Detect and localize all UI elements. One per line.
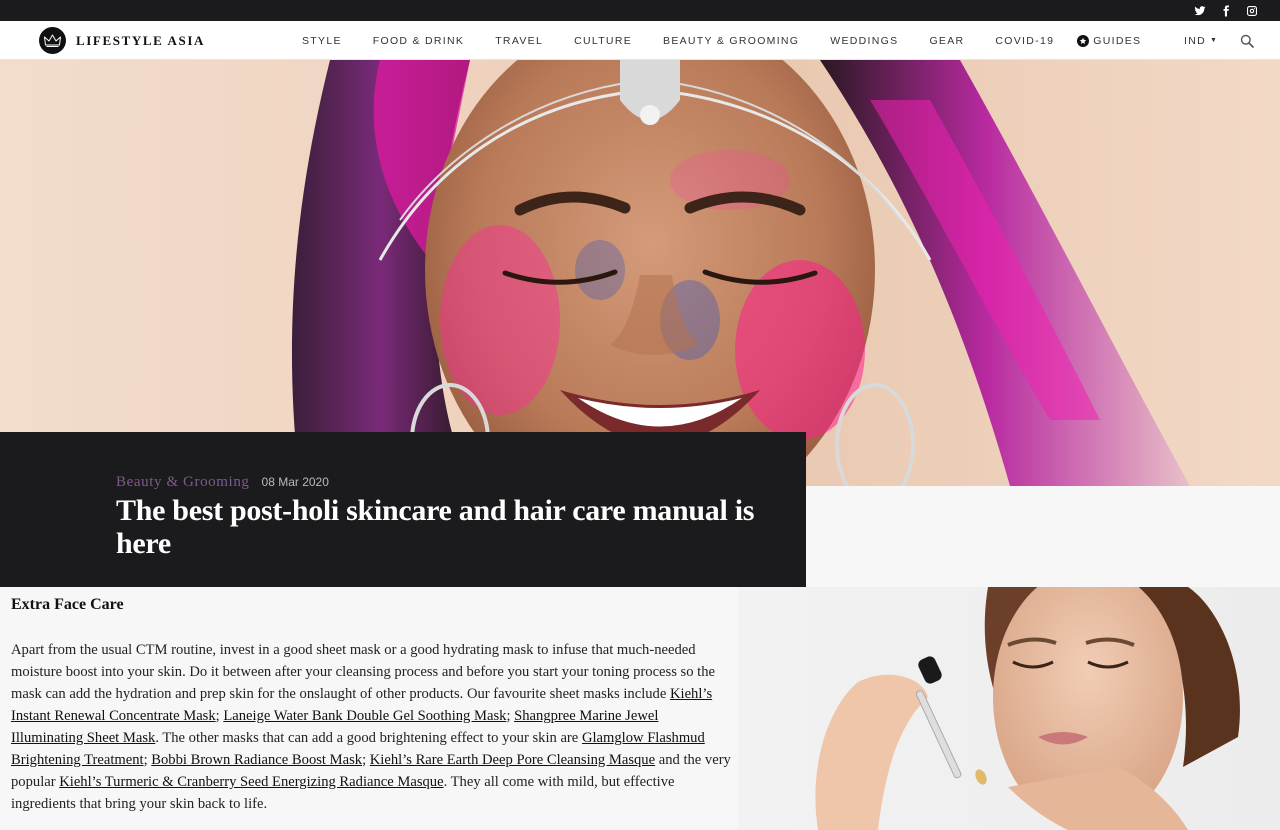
paragraph-text: ; bbox=[362, 752, 370, 768]
article-title-card: Beauty & Grooming 08 Mar 2020 The best p… bbox=[0, 432, 806, 587]
nav-travel[interactable]: TRAVEL bbox=[495, 35, 543, 47]
article-date: 08 Mar 2020 bbox=[261, 475, 329, 489]
product-link[interactable]: Laneige Water Bank Double Gel Soothing M… bbox=[223, 708, 506, 724]
top-social-bar bbox=[0, 0, 1280, 21]
article-body: Extra Face Care Apart from the usual CTM… bbox=[0, 587, 738, 830]
section-heading: Extra Face Care bbox=[11, 596, 124, 613]
nav-style[interactable]: STYLE bbox=[302, 35, 342, 47]
nav-food-drink[interactable]: FOOD & DRINK bbox=[373, 35, 464, 47]
instagram-icon[interactable] bbox=[1246, 5, 1258, 17]
star-badge-icon bbox=[1077, 34, 1090, 47]
twitter-icon[interactable] bbox=[1194, 5, 1206, 17]
nav-covid-19[interactable]: COVID-19 bbox=[995, 35, 1054, 47]
facebook-icon[interactable] bbox=[1220, 5, 1232, 17]
product-link[interactable]: Kiehl’s Turmeric & Cranberry Seed Energi… bbox=[59, 774, 443, 790]
nav-guides[interactable]: GUIDES bbox=[1077, 34, 1142, 47]
nav-gear[interactable]: GEAR bbox=[929, 35, 964, 47]
article-paragraph: Apart from the usual CTM routine, invest… bbox=[11, 639, 731, 815]
region-label: IND bbox=[1184, 34, 1206, 47]
region-selector[interactable]: IND ▼ bbox=[1184, 21, 1218, 60]
social-links bbox=[1194, 2, 1258, 19]
article-category-link[interactable]: Beauty & Grooming bbox=[116, 474, 250, 491]
nav-culture[interactable]: CULTURE bbox=[574, 35, 632, 47]
paragraph-text: . The other masks that can add a good br… bbox=[155, 730, 582, 746]
crown-icon bbox=[39, 27, 66, 54]
caret-down-icon: ▼ bbox=[1209, 37, 1219, 44]
paragraph-text: Apart from the usual CTM routine, invest… bbox=[11, 642, 715, 702]
guides-label: GUIDES bbox=[1093, 34, 1142, 47]
serum-model-image bbox=[738, 587, 1280, 830]
article-headline: The best post-holi skincare and hair car… bbox=[116, 494, 755, 560]
primary-nav: STYLE FOOD & DRINK TRAVEL CULTURE BEAUTY… bbox=[302, 21, 1141, 60]
article-meta: Beauty & Grooming 08 Mar 2020 bbox=[116, 474, 329, 491]
hero-image bbox=[0, 60, 1280, 486]
main-navbar: LIFESTYLE ASIA STYLE FOOD & DRINK TRAVEL… bbox=[0, 21, 1280, 60]
nav-beauty-grooming[interactable]: BEAUTY & GROOMING bbox=[663, 35, 799, 47]
hero-right-whitespace bbox=[806, 486, 1280, 587]
brand-name: LIFESTYLE ASIA bbox=[76, 32, 205, 48]
nav-weddings[interactable]: WEDDINGS bbox=[830, 35, 898, 47]
paragraph-text: ; bbox=[506, 708, 515, 724]
product-link[interactable]: Bobbi Brown Radiance Boost Mask bbox=[151, 752, 362, 768]
search-icon[interactable] bbox=[1240, 34, 1254, 48]
product-link[interactable]: Kiehl’s Rare Earth Deep Pore Cleansing M… bbox=[370, 752, 655, 768]
site-logo[interactable]: LIFESTYLE ASIA bbox=[39, 27, 205, 54]
